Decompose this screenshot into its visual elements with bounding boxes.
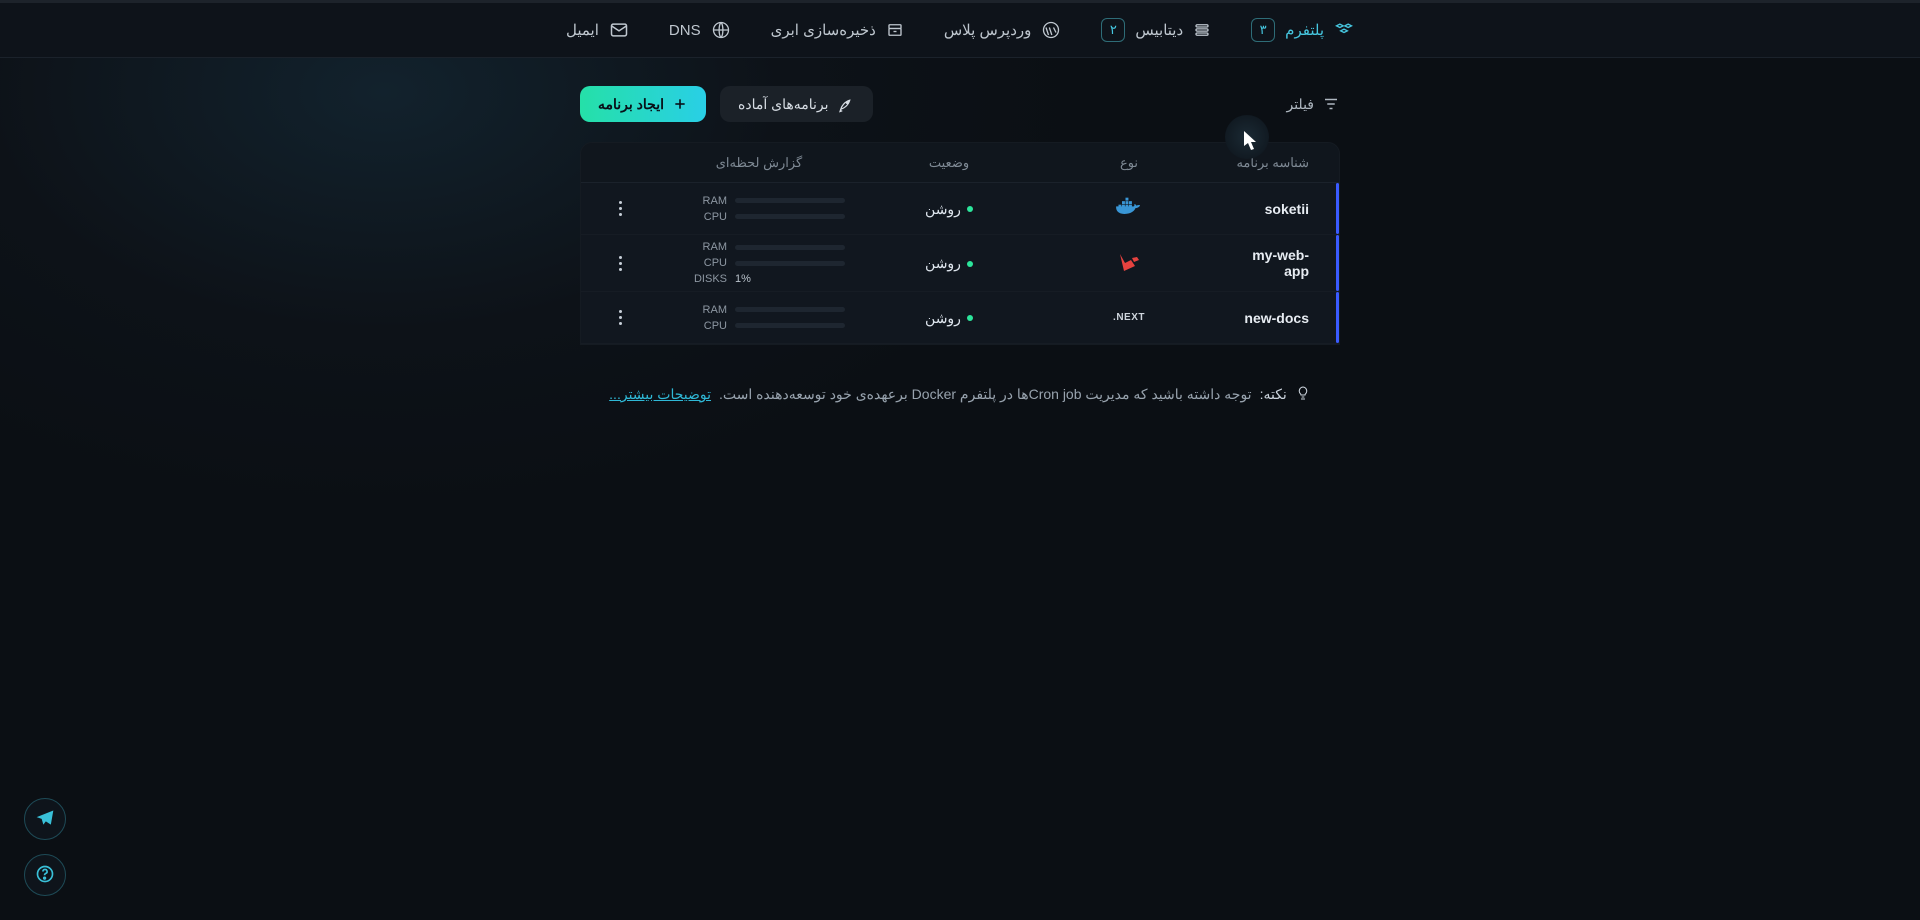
create-app-label: ایجاد برنامه <box>598 96 664 113</box>
app-metrics: RAM CPU <box>659 298 859 338</box>
archive-icon <box>886 21 904 39</box>
app-status: روشن <box>859 193 1039 224</box>
col-report: گزارش لحظه‌ای <box>659 155 859 171</box>
nav-label: وردپرس پلاس <box>944 21 1032 39</box>
nav-item-database[interactable]: دیتابیس ۲ <box>1101 18 1211 42</box>
ready-apps-button[interactable]: برنامه‌های آماده <box>720 86 873 122</box>
filter-button[interactable]: فیلتر <box>1286 95 1340 113</box>
app-status: روشن <box>859 302 1039 333</box>
filter-label: فیلتر <box>1286 96 1314 113</box>
mail-icon <box>609 20 629 40</box>
help-fab[interactable] <box>24 854 66 896</box>
app-type: NEXT. <box>1039 306 1219 329</box>
nav-label: ایمیل <box>566 21 599 39</box>
plus-icon <box>672 96 688 112</box>
app-name: soketii <box>1219 195 1339 223</box>
col-status: وضعیت <box>859 155 1039 171</box>
table-row[interactable]: soketii روشن RAM CPU <box>581 183 1339 235</box>
rocket-icon <box>837 95 855 113</box>
create-app-button[interactable]: ایجاد برنامه <box>580 86 706 122</box>
apps-table: شناسه برنامه نوع وضعیت گزارش لحظه‌ای sok… <box>580 142 1340 345</box>
note-more-link[interactable]: توضیحات بیشتر... <box>609 386 711 403</box>
row-menu-button[interactable] <box>611 302 630 333</box>
ready-apps-label: برنامه‌های آماده <box>738 96 829 113</box>
nav-item-email[interactable]: ایمیل <box>566 20 629 40</box>
nav-item-wordpress[interactable]: وردپرس پلاس <box>944 20 1062 40</box>
app-type <box>1039 191 1219 226</box>
floating-buttons <box>24 798 66 896</box>
status-dot-icon <box>967 206 973 212</box>
question-icon <box>35 864 55 887</box>
nav-item-storage[interactable]: ذخیره‌سازی ابری <box>771 21 904 39</box>
laravel-icon <box>1117 250 1141 277</box>
telegram-fab[interactable] <box>24 798 66 840</box>
info-note: نکته: توجه داشته باشید که مدیریت Cron jo… <box>609 385 1311 404</box>
globe-icon <box>711 20 731 40</box>
nav-label: ذخیره‌سازی ابری <box>771 21 876 39</box>
nav-label: پلتفرم <box>1285 21 1324 39</box>
app-metrics: RAM CPU <box>659 189 859 229</box>
page-header: فیلتر برنامه‌های آماده ایجاد برنامه <box>580 86 1340 122</box>
docker-icon <box>1115 197 1143 220</box>
app-metrics: RAM CPU DISKS1% <box>659 235 859 291</box>
wordpress-icon <box>1041 20 1061 40</box>
row-menu-button[interactable] <box>611 248 630 279</box>
nav-item-dns[interactable]: DNS <box>669 20 731 40</box>
nav-badge: ۳ <box>1251 18 1275 42</box>
app-name: my-web-app <box>1219 241 1339 285</box>
nav-label: DNS <box>669 22 701 39</box>
row-menu-button[interactable] <box>611 193 630 224</box>
filter-icon <box>1322 95 1340 113</box>
table-row[interactable]: my-web-app روشن RAM CPU DISKS1% <box>581 235 1339 292</box>
nav-item-platform[interactable]: پلتفرم ۳ <box>1251 18 1354 42</box>
bulb-icon <box>1295 385 1311 404</box>
table-row[interactable]: new-docs NEXT. روشن RAM CPU <box>581 292 1339 344</box>
status-dot-icon <box>967 261 973 267</box>
database-icon <box>1193 21 1211 39</box>
nav-badge: ۲ <box>1101 18 1125 42</box>
note-text: توجه داشته باشید که مدیریت Cron job‌ها د… <box>719 386 1252 403</box>
top-nav: پلتفرم ۳ دیتابیس ۲ وردپرس پلاس ذخیره‌ساز… <box>0 3 1920 58</box>
app-status: روشن <box>859 248 1039 279</box>
table-head: شناسه برنامه نوع وضعیت گزارش لحظه‌ای <box>581 143 1339 183</box>
col-name: شناسه برنامه <box>1219 155 1339 171</box>
status-dot-icon <box>967 315 973 321</box>
telegram-icon <box>35 808 55 831</box>
nextjs-icon: NEXT. <box>1113 312 1145 323</box>
app-name: new-docs <box>1219 304 1339 332</box>
nav-label: دیتابیس <box>1135 21 1183 39</box>
col-type: نوع <box>1039 155 1219 171</box>
cubes-icon <box>1334 20 1354 40</box>
app-type <box>1039 244 1219 283</box>
note-label: نکته: <box>1260 386 1287 403</box>
